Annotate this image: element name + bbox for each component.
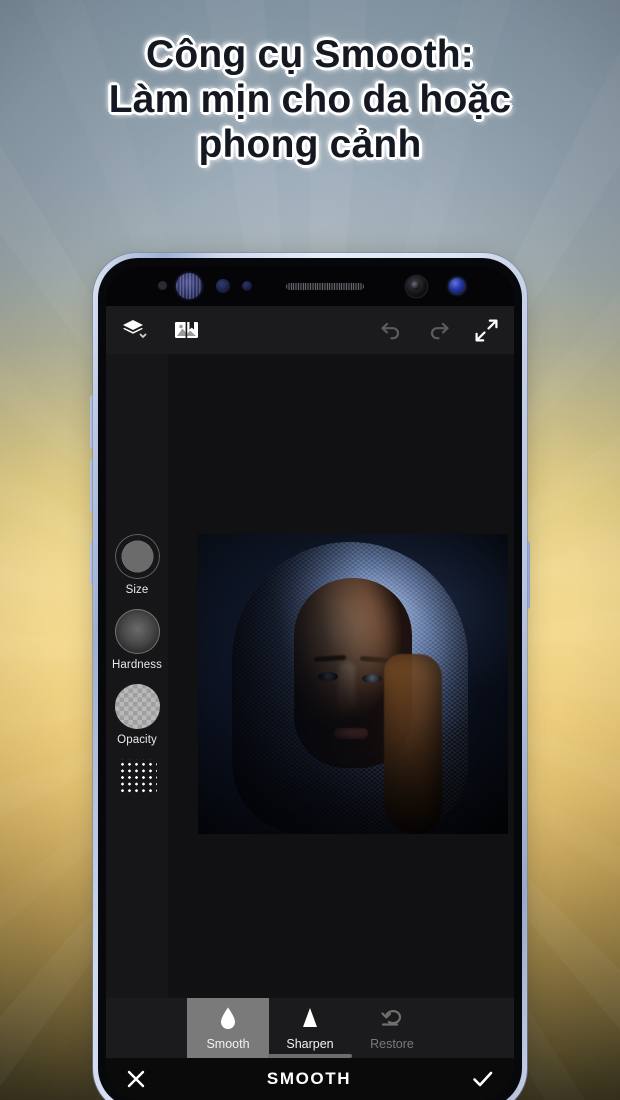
brush-hardness-label: Hardness [111, 659, 163, 671]
iris-scanner-icon [176, 273, 202, 299]
brush-opacity-swatch[interactable] [114, 684, 160, 729]
edited-photo[interactable] [198, 534, 508, 834]
phone-screen: Size Hardness Opacity Smooth Sharpen Res… [106, 266, 514, 1100]
tool-restore-label: Restore [370, 1036, 414, 1051]
phone-bezel: Size Hardness Opacity Smooth Sharpen Res… [98, 258, 522, 1100]
brush-opacity-control[interactable]: Opacity [106, 684, 168, 746]
editor-canvas[interactable]: Size Hardness Opacity [106, 354, 514, 998]
headline-line-1: Công cụ Smooth: [146, 33, 474, 76]
check-icon[interactable] [472, 1069, 494, 1089]
brush-settings-rail: Size Hardness Opacity [106, 354, 168, 998]
tool-smooth[interactable]: Smooth [187, 998, 269, 1058]
triangle-icon [300, 1006, 320, 1030]
app-top-toolbar [106, 306, 514, 354]
brush-opacity-label: Opacity [117, 734, 157, 746]
tool-smooth-label: Smooth [206, 1036, 250, 1051]
headline-line-2: Làm mịn cho da hoặc [108, 78, 512, 121]
action-bar-title: SMOOTH [266, 1069, 352, 1088]
brush-hardness-swatch[interactable] [114, 609, 160, 654]
droplet-icon [218, 1006, 238, 1030]
status-led-icon [449, 278, 465, 294]
earpiece-speaker-icon [286, 283, 364, 290]
phone-sensor-strip [106, 266, 514, 306]
redo-icon[interactable] [427, 320, 451, 340]
restore-icon [380, 1006, 404, 1030]
action-bar: SMOOTH [106, 1058, 514, 1100]
photo-vignette [198, 534, 508, 834]
close-icon[interactable] [126, 1069, 146, 1089]
tool-strip: Smooth Sharpen Restore [106, 998, 514, 1058]
brush-size-label: Size [125, 584, 149, 596]
image-bookmark-icon[interactable] [174, 319, 199, 341]
proximity-sensor-icon [158, 281, 167, 290]
expand-arrows-icon[interactable] [475, 319, 498, 342]
headline-line-3: phong cảnh [198, 123, 422, 166]
tool-sharpen-label: Sharpen [286, 1036, 334, 1051]
light-sensor-icon [216, 279, 230, 293]
phone-mockup: Size Hardness Opacity Smooth Sharpen Res… [90, 253, 530, 1100]
dot-grid-icon[interactable] [117, 759, 157, 795]
secondary-sensor-icon [242, 281, 252, 291]
tool-restore[interactable]: Restore [351, 998, 433, 1058]
brush-hardness-control[interactable]: Hardness [106, 609, 168, 671]
undo-icon[interactable] [379, 320, 403, 340]
poster-headline: Công cụ Smooth: Làm mịn cho da hoặc phon… [0, 32, 620, 167]
layers-icon[interactable] [122, 319, 148, 341]
tool-sharpen[interactable]: Sharpen [269, 998, 351, 1058]
brush-size-control[interactable]: Size [106, 534, 168, 596]
front-camera-icon [406, 276, 427, 297]
phone-frame: Size Hardness Opacity Smooth Sharpen Res… [93, 253, 527, 1100]
brush-size-swatch[interactable] [114, 534, 160, 579]
